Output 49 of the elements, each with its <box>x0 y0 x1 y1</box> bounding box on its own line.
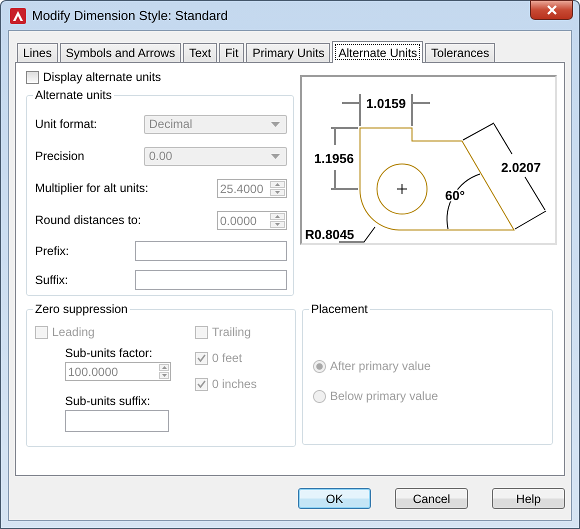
input-field[interactable] <box>135 240 287 260</box>
dialog-button[interactable]: OK <box>298 488 371 509</box>
app-icon <box>10 8 26 24</box>
field-label: Precision <box>35 149 84 163</box>
field-label: Unit format: <box>35 117 98 131</box>
close-icon <box>546 5 558 15</box>
checkbox[interactable] <box>195 378 208 390</box>
tab[interactable]: Lines <box>17 43 58 62</box>
checkbox[interactable] <box>26 70 39 84</box>
group-title: Placement <box>310 302 369 316</box>
field-label: Suffix: <box>35 272 68 286</box>
group-title: Alternate units <box>34 88 113 102</box>
tab[interactable]: Symbols and Arrows <box>60 43 182 62</box>
field-label: Prefix: <box>35 244 70 258</box>
caret-icon <box>271 122 280 126</box>
checkbox[interactable] <box>35 326 48 338</box>
dimension-label: 2.0207 <box>501 160 541 175</box>
field-label: Multiplier for alt units: <box>35 181 148 195</box>
input-field[interactable] <box>65 410 169 432</box>
radio-label: After primary value <box>330 359 431 373</box>
input-field[interactable] <box>135 270 287 290</box>
field-label: Sub-units suffix: <box>65 394 150 408</box>
checkbox-label: Leading <box>52 325 95 339</box>
checkbox-label: Display alternate units <box>43 70 162 84</box>
checkbox-label: 0 feet <box>212 351 242 365</box>
caret-icon <box>271 154 280 158</box>
dimension-label: 1.1956 <box>314 151 354 166</box>
radio-button[interactable] <box>313 390 326 402</box>
radio-label: Below primary value <box>330 389 438 403</box>
dimension-label: R0.8045 <box>305 227 354 242</box>
checkbox-label: Trailing <box>212 325 251 339</box>
dialog-button[interactable]: Cancel <box>395 488 468 509</box>
window-title: Modify Dimension Style: Standard <box>32 8 228 23</box>
tab[interactable]: Text <box>183 43 218 62</box>
tab[interactable]: Alternate Units <box>332 41 424 63</box>
close-button[interactable] <box>530 0 573 20</box>
checkbox[interactable] <box>195 352 208 364</box>
checkbox-label: 0 inches <box>212 377 257 391</box>
field-label: Sub-units factor: <box>65 346 152 360</box>
tab[interactable]: Primary Units <box>246 43 330 62</box>
checkbox[interactable] <box>195 326 208 338</box>
group-title: Zero suppression <box>34 302 129 316</box>
dimension-label: 1.0159 <box>366 96 406 111</box>
hole-drawing <box>376 164 428 214</box>
tab[interactable]: Tolerances <box>425 43 496 62</box>
field-label: Round distances to: <box>35 213 142 227</box>
tab[interactable]: Fit <box>219 43 244 62</box>
radio-button[interactable] <box>313 360 326 372</box>
dialog-button[interactable]: Help <box>492 488 565 509</box>
